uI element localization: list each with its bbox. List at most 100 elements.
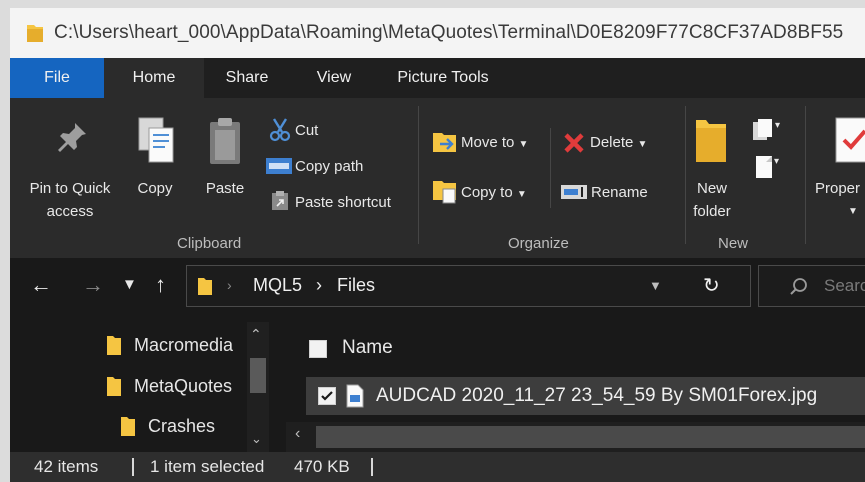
file-list: Name AUDCAD 2020_11_27 23_54_59 By SM01F… [280,314,865,452]
window-title-path: C:\Users\heart_000\AppData\Roaming\MetaQ… [54,22,844,43]
paste-button[interactable]: Paste [196,177,254,200]
title-bar: C:\Users\heart_000\AppData\Roaming\MetaQ… [10,8,865,58]
navigation-pane: Macromedia MetaQuotes Crashes ⌃ ⌄ [10,314,280,452]
move-to-label: Move to [461,134,515,151]
copy-to-label: Copy to [461,184,513,201]
tab-home[interactable]: Home [104,58,204,98]
pin-label-line2: access [46,203,94,220]
folder-icon [27,25,43,42]
nav-item-label: MetaQuotes [134,375,233,396]
horizontal-scrollbar[interactable]: ‹ [286,422,865,452]
nav-item-crashes[interactable]: Crashes [120,415,215,437]
properties-icon [835,117,865,163]
file-name: AUDCAD 2020_11_27 23_54_59 By SM01Forex.… [376,385,818,406]
dropdown-arrow-icon: ▼ [637,139,648,150]
copy-button[interactable]: Copy [125,177,185,200]
search-box[interactable]: Searc [758,265,865,307]
explorer-window: C:\Users\heart_000\AppData\Roaming\MetaQ… [10,8,865,482]
table-row[interactable]: AUDCAD 2020_11_27 23_54_59 By SM01Forex.… [306,377,865,415]
horizontal-scrollbar-thumb[interactable] [316,426,865,448]
forward-arrow-icon[interactable]: → [82,272,104,298]
ribbon-separator [550,128,551,208]
ribbon-separator [418,106,419,244]
delete-button[interactable]: Delete ▼ [590,131,647,156]
dropdown-arrow-icon: ▼ [516,189,527,200]
address-dropdown-chevron-icon[interactable]: ▼ [649,278,662,293]
ribbon-separator [805,106,806,244]
pin-label-line1: Pin to Quick [29,180,111,197]
image-file-icon [346,384,364,408]
clipboard-group-label: Clipboard [177,235,242,252]
paste-shortcut-button[interactable]: Paste shortcut [295,191,391,214]
status-bar: 42 items 1 item selected 470 KB [10,452,865,482]
pin-icon [58,123,86,152]
new-folder-label-line1: New [696,180,727,197]
row-checkbox[interactable] [318,387,336,405]
move-to-button[interactable]: Move to ▼ [461,131,528,156]
back-arrow-icon[interactable]: ← [30,272,52,298]
svg-text:▾: ▾ [774,156,779,167]
easy-access-icon: ▾ [756,156,779,178]
recent-locations-chevron-icon[interactable]: ▼ [122,276,137,293]
tab-share[interactable]: Share [204,58,290,98]
pin-to-quick-access-button[interactable]: Pin to Quick access [20,177,120,223]
breadcrumb-separator: › [316,275,322,295]
svg-text:▾: ▾ [775,120,780,131]
checkmark-icon [321,391,333,401]
up-arrow-icon[interactable]: ↑ [155,272,166,298]
tab-view[interactable]: View [290,58,378,98]
breadcrumb-files[interactable]: Files [337,275,375,296]
breadcrumb-separator: › [227,277,232,293]
address-bar[interactable]: › MQL5 › Files ▼ ↻ [186,265,751,307]
nav-item-label: Crashes [148,415,216,436]
scroll-up-chevron-icon[interactable]: ⌃ [250,326,262,343]
new-folder-label-line2: folder [693,203,731,220]
address-row: ← → ▼ ↑ › MQL5 › Files ▼ ↻ Searc [10,258,865,314]
status-selection: 1 item selected [150,457,265,476]
status-item-count: 42 items [34,457,99,476]
folder-icon [198,278,212,295]
organize-group-label: Organize [508,235,569,252]
paste-icon [210,118,240,164]
new-folder-button[interactable]: New folder [682,177,742,223]
tab-file[interactable]: File [10,58,104,98]
ribbon-tabs: File Home Share View Picture Tools [10,58,865,98]
scroll-down-chevron-icon[interactable]: ⌄ [251,431,262,447]
new-item-icon: ▾ [753,119,780,140]
copy-to-button[interactable]: Copy to ▼ [461,181,527,206]
status-divider [371,458,373,476]
properties-dropdown-icon: ▼ [848,206,858,217]
status-size: 470 KB [294,457,350,476]
cut-button[interactable]: Cut [295,119,318,142]
paste-shortcut-icon [272,191,288,210]
select-all-checkbox[interactable] [309,340,327,358]
folder-icon [107,377,121,396]
nav-item-macromedia[interactable]: Macromedia [106,334,233,356]
refresh-icon[interactable]: ↻ [703,273,720,298]
folder-icon [107,336,121,355]
search-icon [790,278,807,295]
tab-picture-tools[interactable]: Picture Tools [378,58,508,98]
breadcrumb-mql5[interactable]: MQL5 [253,275,302,296]
delete-x-icon [564,133,584,153]
nav-scrollbar-thumb[interactable] [250,358,266,393]
move-to-icon [433,133,456,152]
scroll-left-chevron-icon[interactable]: ‹ [295,425,300,443]
nav-item-metaquotes[interactable]: MetaQuotes [106,375,232,397]
ribbon-separator [685,106,686,244]
search-placeholder: Searc [824,276,865,295]
copy-path-icon [266,158,292,174]
copy-icon [138,117,174,163]
delete-label: Delete [590,134,634,151]
new-folder-icon [696,120,726,162]
copy-to-icon [433,181,456,204]
scissors-icon [269,118,291,142]
properties-button[interactable]: Proper [815,177,860,200]
column-header-name[interactable]: Name [342,337,393,359]
dropdown-arrow-icon: ▼ [518,139,529,150]
rename-icon [561,185,587,199]
ribbon: Pin to Quick access Copy Paste Cut Copy … [10,98,865,258]
copy-path-button[interactable]: Copy path [295,155,363,178]
rename-button[interactable]: Rename [591,181,648,204]
new-group-label: New [718,235,749,252]
